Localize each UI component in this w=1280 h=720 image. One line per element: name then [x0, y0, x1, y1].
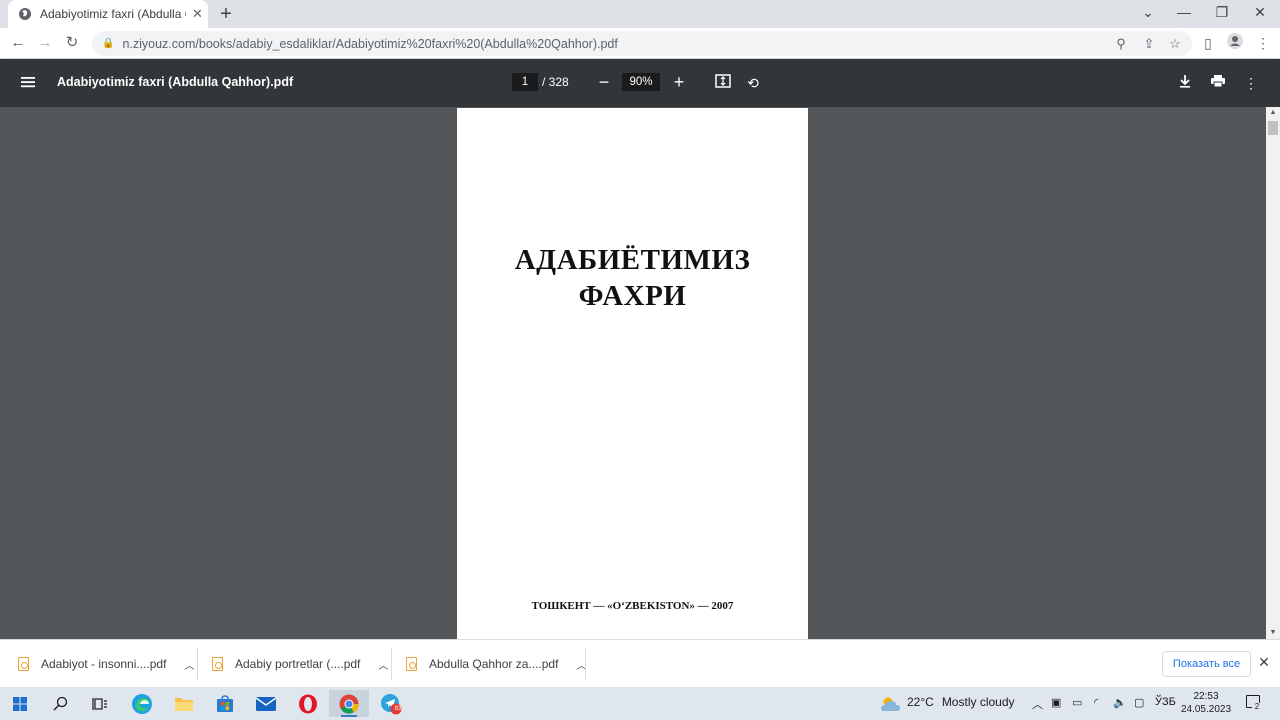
page-number-input[interactable]: 1	[512, 73, 538, 91]
download-icon[interactable]	[1175, 73, 1195, 93]
scrollbar-thumb[interactable]	[1268, 121, 1278, 135]
new-tab-button[interactable]: +	[216, 4, 236, 24]
show-all-downloads-button[interactable]: Показать все	[1162, 651, 1251, 677]
sidebar-menu-icon[interactable]	[20, 74, 36, 90]
rotate-icon[interactable]: ⟲	[743, 73, 763, 93]
download-item[interactable]: Abdulla Qahhor za....pdf ︿	[406, 640, 586, 688]
start-button[interactable]	[0, 690, 40, 717]
page-total: / 328	[542, 75, 569, 89]
zoom-out-button[interactable]: −	[596, 72, 612, 92]
download-name: Abdulla Qahhor za....pdf	[429, 657, 559, 671]
file-explorer-icon[interactable]	[164, 690, 204, 717]
url-text: n.ziyouz.com/books/adabiy_esdaliklar/Ada…	[122, 36, 618, 51]
scroll-up-arrow[interactable]: ▲	[1266, 107, 1280, 119]
tab-search-icon[interactable]: ⌄	[1138, 4, 1158, 21]
lock-icon[interactable]: 🔒	[102, 38, 114, 49]
window-close-button[interactable]: ✕	[1250, 4, 1270, 21]
pdf-toolbar: Adabiyotimiz faxri (Abdulla Qahhor).pdf …	[0, 59, 1280, 107]
telegram-badge: 83	[394, 706, 402, 712]
clock-time: 22:53	[1193, 691, 1219, 702]
back-button[interactable]: ←	[8, 33, 28, 53]
more-options-icon[interactable]: ⋮	[1241, 73, 1261, 93]
chevron-up-icon[interactable]: ︿	[184, 657, 194, 672]
divider	[197, 648, 198, 680]
book-title-line1: АДАБИЁТИМИЗ	[514, 244, 751, 276]
minimize-button[interactable]: —	[1174, 4, 1194, 20]
telegram-icon[interactable]: 83	[371, 690, 411, 717]
pdf-file-icon	[212, 657, 223, 671]
downloads-shelf: Adabiyot - insonni....pdf ︿ Adabiy portr…	[0, 639, 1280, 687]
globe-icon	[19, 8, 31, 20]
mail-icon[interactable]	[246, 690, 286, 717]
weather-widget[interactable]: 22°C Mostly cloudy	[880, 695, 1015, 711]
divider	[585, 648, 586, 680]
action-icon[interactable]: ▣	[1051, 696, 1061, 709]
download-name: Adabiyot - insonni....pdf	[41, 657, 167, 671]
pdf-page: АДАБИЁТИМИЗ ФАХРИ ТОШКЕНТ — «O‘ZBEKISTON…	[457, 108, 808, 639]
clock-date: 24.05.2023	[1180, 704, 1232, 715]
system-clock[interactable]: 22:53 24.05.2023	[1180, 690, 1232, 716]
profile-avatar[interactable]	[1225, 33, 1245, 54]
windows-taskbar: 83 22°C Mostly cloudy ︿ ▣ ▭ ◜ 🔈 ▢ ЎЗБ 22…	[0, 687, 1280, 720]
battery-icon[interactable]: ▭	[1072, 696, 1082, 709]
share-icon[interactable]: ⇪	[1140, 31, 1158, 56]
wifi-icon[interactable]: ◜	[1094, 696, 1098, 709]
scrollbar[interactable]: ▲ ▼	[1266, 107, 1280, 639]
search-icon[interactable]	[40, 690, 80, 717]
reload-button[interactable]: ↻	[62, 33, 82, 53]
zoom-level-input[interactable]: 90%	[622, 73, 660, 91]
chevron-up-icon[interactable]: ︿	[378, 657, 388, 672]
volume-icon[interactable]: 🔈	[1113, 696, 1127, 709]
pdf-viewer[interactable]: АДАБИЁТИМИЗ ФАХРИ ТОШКЕНТ — «O‘ZBEKISTON…	[0, 107, 1280, 639]
notification-count: 2	[1252, 702, 1262, 712]
tab-strip: Adabiyotimiz faxri (Abdulla Qahhor).pdf …	[0, 0, 1280, 28]
zoom-in-button[interactable]: +	[671, 72, 687, 92]
meet-icon[interactable]: ▢	[1134, 696, 1144, 709]
download-item[interactable]: Adabiy portretlar (....pdf ︿	[212, 640, 388, 688]
book-title: АДАБИЁТИМИЗ ФАХРИ	[457, 242, 808, 314]
tab-title: Adabiyotimiz faxri (Abdulla Qahhor).pdf	[40, 7, 186, 21]
browser-menu-icon[interactable]: ⋮	[1253, 33, 1273, 53]
chrome-icon[interactable]	[329, 690, 369, 717]
zoom-icon[interactable]: ⚲	[1112, 31, 1130, 56]
opera-icon[interactable]	[288, 690, 328, 717]
weather-description: Mostly cloudy	[941, 695, 1015, 709]
edge-icon[interactable]	[122, 690, 162, 717]
forward-button[interactable]: →	[35, 33, 55, 53]
task-view-icon[interactable]	[80, 690, 120, 717]
side-panel-icon[interactable]: ▯	[1198, 33, 1218, 53]
weather-temperature: 22°C	[907, 695, 934, 709]
book-title-line2: ФАХРИ	[578, 280, 687, 312]
pdf-file-icon	[406, 657, 417, 671]
close-shelf-icon[interactable]: ✕	[1256, 654, 1272, 671]
download-name: Adabiy portretlar (....pdf	[235, 657, 361, 671]
weather-cloud-icon	[880, 696, 900, 711]
language-indicator[interactable]: ЎЗБ	[1155, 696, 1176, 708]
scroll-down-arrow[interactable]: ▼	[1266, 627, 1280, 639]
pdf-title: Adabiyotimiz faxri (Abdulla Qahhor).pdf	[57, 75, 294, 89]
bookmark-star-icon[interactable]: ☆	[1166, 31, 1184, 56]
browser-toolbar: ← → ↻ 🔒 n.ziyouz.com/books/adabiy_esdali…	[0, 28, 1280, 59]
book-imprint: ТОШКЕНТ — «O‘ZBEKISTON» — 2007	[531, 600, 734, 612]
pdf-file-icon	[18, 657, 29, 671]
tab-close-icon[interactable]: ✕	[192, 6, 203, 22]
maximize-button[interactable]: ❐	[1212, 4, 1232, 21]
chevron-up-icon[interactable]: ︿	[1032, 696, 1043, 712]
browser-tab[interactable]: Adabiyotimiz faxri (Abdulla Qahhor).pdf …	[8, 0, 208, 28]
address-bar[interactable]: 🔒 n.ziyouz.com/books/adabiy_esdaliklar/A…	[92, 31, 1192, 56]
download-item[interactable]: Adabiyot - insonni....pdf ︿	[18, 640, 194, 688]
print-icon[interactable]	[1208, 73, 1228, 93]
divider	[391, 648, 392, 680]
store-icon[interactable]	[205, 690, 245, 717]
fit-page-icon[interactable]	[713, 73, 733, 93]
